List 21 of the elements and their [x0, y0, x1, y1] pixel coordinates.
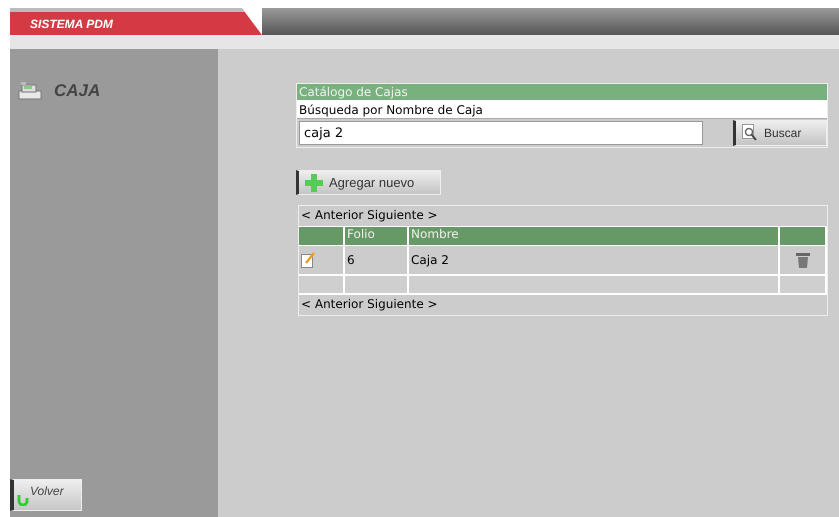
previous-link[interactable]: < Anterior	[301, 208, 364, 222]
table-cell: Caja 2	[411, 253, 449, 267]
next-link[interactable]: Siguiente >	[367, 208, 438, 222]
panel-title: Catálogo de Cajas	[297, 84, 827, 102]
section-title: CAJA	[54, 81, 100, 101]
previous-link[interactable]: < Anterior	[301, 297, 364, 311]
app-title: SISTEMA PDM	[30, 16, 113, 30]
column-header: Nombre	[409, 226, 780, 246]
search-field[interactable]: caja 2	[299, 121, 703, 145]
back-button[interactable]: Volver	[10, 479, 82, 511]
trash-icon[interactable]	[796, 252, 810, 268]
search-label: Búsqueda por Nombre de Caja	[297, 102, 827, 119]
next-link[interactable]: Siguiente >	[367, 297, 438, 311]
plus-icon	[305, 174, 323, 192]
edit-icon[interactable]	[301, 252, 315, 268]
add-new-button[interactable]: Agregar nuevo	[296, 170, 441, 195]
search-icon	[742, 124, 758, 142]
cash-register-icon	[18, 82, 42, 100]
search-button[interactable]: Buscar	[733, 120, 827, 146]
table-cell: 6	[347, 253, 355, 267]
column-header: Folio	[345, 226, 409, 246]
